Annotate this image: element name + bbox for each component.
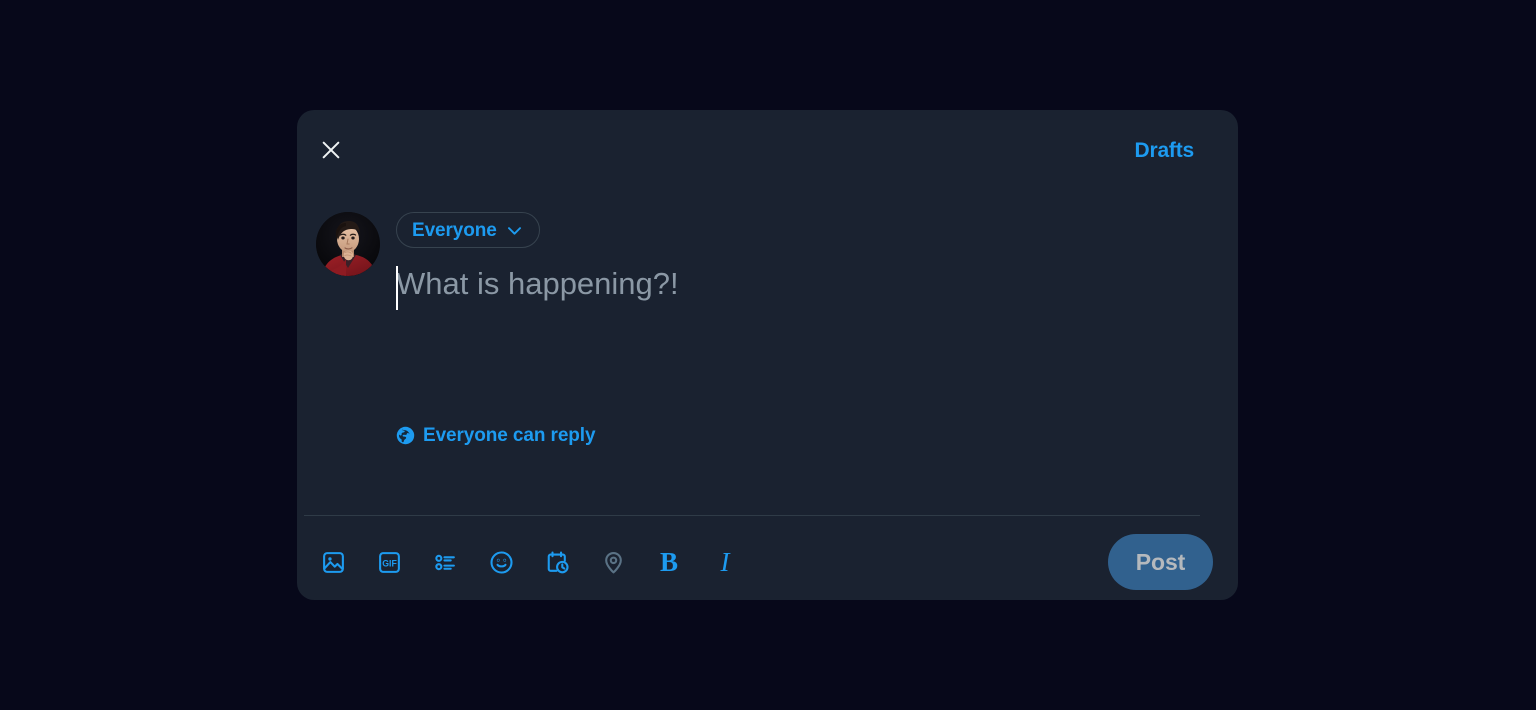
- reply-scope-button[interactable]: Everyone can reply: [396, 422, 601, 449]
- emoji-button[interactable]: [482, 543, 520, 581]
- tool-group: GIF B I: [314, 543, 762, 581]
- composer-column: Everyone What is happening?! Everyone ca…: [396, 212, 1200, 450]
- drafts-button[interactable]: Drafts: [1127, 133, 1202, 167]
- avatar[interactable]: [316, 212, 380, 276]
- modal-topbar: Drafts: [297, 110, 1238, 188]
- gif-button[interactable]: GIF: [370, 543, 408, 581]
- user-profile-photo: [316, 212, 380, 276]
- media-button[interactable]: [314, 543, 352, 581]
- post-editor-wrap: [396, 265, 1200, 390]
- chevron-down-icon: [505, 221, 524, 240]
- location-button: [594, 543, 632, 581]
- close-x-icon: [320, 139, 342, 161]
- audience-selector[interactable]: Everyone: [396, 212, 540, 248]
- toolbar-divider: [304, 515, 1200, 516]
- smiley-face-icon: [489, 550, 514, 575]
- poll-button[interactable]: [426, 543, 464, 581]
- close-button[interactable]: [314, 133, 348, 167]
- composer-row: Everyone What is happening?! Everyone ca…: [316, 212, 1200, 450]
- italic-text-icon: I: [720, 546, 730, 577]
- text-caret: [396, 266, 398, 310]
- post-button[interactable]: Post: [1108, 534, 1213, 590]
- bold-text-icon: B: [659, 546, 678, 577]
- italic-button[interactable]: I: [706, 543, 744, 581]
- svg-text:GIF: GIF: [382, 558, 397, 568]
- post-text-input[interactable]: [396, 265, 1200, 385]
- poll-list-icon: [433, 550, 458, 575]
- page-background: Drafts Everyone What is happening?! Ever…: [0, 0, 1536, 710]
- drafts-label: Drafts: [1134, 138, 1195, 162]
- bold-button[interactable]: B: [650, 543, 688, 581]
- location-pin-icon: [601, 550, 626, 575]
- image-icon: [321, 550, 346, 575]
- audience-label: Everyone: [412, 219, 497, 241]
- globe-icon: [396, 426, 415, 445]
- reply-scope-label: Everyone can reply: [423, 425, 596, 446]
- gif-icon: GIF: [377, 550, 402, 575]
- calendar-clock-icon: [545, 550, 570, 575]
- bottom-toolbar: GIF B I Post: [304, 526, 1218, 598]
- compose-post-modal: Drafts Everyone What is happening?! Ever…: [297, 110, 1238, 600]
- schedule-button[interactable]: [538, 543, 576, 581]
